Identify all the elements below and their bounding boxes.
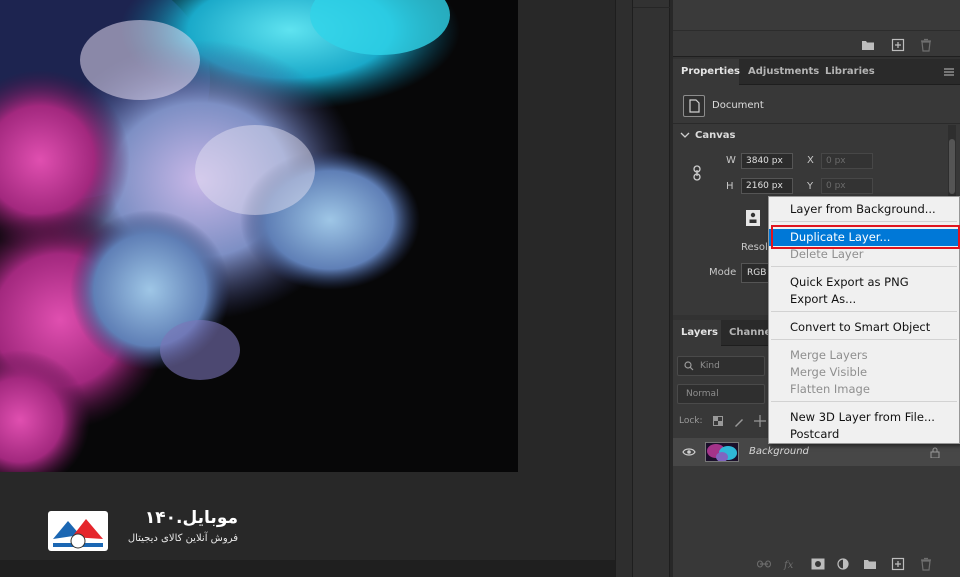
photoshop-window: موبایل.۱۴۰ فروش آنلاین کالای دیجیتال Pro… xyxy=(0,0,960,577)
watermark-subtitle: فروش آنلاین کالای دیجیتال xyxy=(127,533,238,544)
menu-new-3d-layer[interactable]: New 3D Layer from File... xyxy=(769,409,959,426)
dock-separator[interactable] xyxy=(615,0,633,577)
lock-icon[interactable] xyxy=(930,447,940,458)
menu-quick-export-png[interactable]: Quick Export as PNG xyxy=(769,274,959,291)
trash-icon[interactable] xyxy=(919,38,933,52)
width-label: W xyxy=(726,155,736,166)
delete-layer-icon[interactable] xyxy=(919,557,933,571)
collapsed-panel-strip[interactable] xyxy=(633,0,670,577)
menu-separator xyxy=(771,401,957,402)
x-field[interactable]: 0 px xyxy=(821,153,873,169)
folder-icon[interactable] xyxy=(861,38,875,52)
properties-tab-bar: Properties Adjustments Libraries xyxy=(673,59,960,85)
adjustment-layer-icon[interactable] xyxy=(837,558,849,570)
menu-merge-layers[interactable]: Merge Layers xyxy=(769,347,959,364)
orientation-icon[interactable] xyxy=(745,209,761,227)
layer-thumbnail xyxy=(705,442,739,462)
canvas-area[interactable]: موبایل.۱۴۰ فروش آنلاین کالای دیجیتال xyxy=(0,0,615,577)
kind-label: Kind xyxy=(700,361,720,371)
menu-layer-from-background[interactable]: Layer from Background... xyxy=(769,201,959,218)
top-panel xyxy=(673,0,960,57)
divider xyxy=(673,123,960,124)
menu-separator xyxy=(771,266,957,267)
menu-convert-smart-object[interactable]: Convert to Smart Object xyxy=(769,319,959,336)
link-icon[interactable] xyxy=(691,165,703,181)
height-label: H xyxy=(726,181,734,192)
lock-label: Lock: xyxy=(679,416,703,426)
document-canvas[interactable] xyxy=(0,0,518,472)
watermark-title: موبایل.۱۴۰ xyxy=(144,508,238,528)
layer-name[interactable]: Background xyxy=(749,446,809,457)
mode-label: Mode xyxy=(709,267,737,278)
height-field[interactable]: 2160 px xyxy=(741,178,793,194)
document-icon xyxy=(683,95,705,117)
canvas-horizontal-scrollbar[interactable] xyxy=(0,560,615,577)
group-folder-icon[interactable] xyxy=(863,558,877,570)
layers-footer: fx xyxy=(673,551,960,577)
annotation-highlight-box xyxy=(771,225,960,249)
tab-adjustments[interactable]: Adjustments xyxy=(740,59,819,85)
watermark: موبایل.۱۴۰ فروش آنلاین کالای دیجیتال xyxy=(48,508,238,552)
x-label: X xyxy=(807,155,814,166)
tab-layers[interactable]: Layers xyxy=(673,320,721,346)
watermark-logo xyxy=(48,511,108,551)
mask-icon[interactable] xyxy=(811,558,825,570)
blend-mode-select[interactable]: Normal xyxy=(677,384,765,404)
y-label: Y xyxy=(807,181,814,192)
menu-export-as[interactable]: Export As... xyxy=(769,291,959,308)
tab-channels[interactable]: Channel xyxy=(721,320,775,346)
search-icon xyxy=(684,361,694,371)
tab-properties[interactable]: Properties xyxy=(673,59,740,85)
menu-postcard[interactable]: Postcard xyxy=(769,426,959,443)
svg-text:fx: fx xyxy=(783,560,794,570)
fx-icon[interactable]: fx xyxy=(783,558,797,570)
y-field[interactable]: 0 px xyxy=(821,178,873,194)
menu-flatten-image[interactable]: Flatten Image xyxy=(769,381,959,398)
lock-move-icon[interactable] xyxy=(754,415,766,427)
width-field[interactable]: 3840 px xyxy=(741,153,793,169)
new-layer-footer-icon[interactable] xyxy=(891,557,905,571)
canvas-section-title[interactable]: Canvas xyxy=(695,130,735,141)
chevron-down-icon[interactable] xyxy=(680,132,690,140)
eye-icon[interactable] xyxy=(682,447,696,457)
lock-paint-icon[interactable] xyxy=(733,416,745,428)
tab-libraries[interactable]: Libraries xyxy=(817,59,877,85)
document-label: Document xyxy=(712,100,764,111)
link-layers-icon[interactable] xyxy=(757,558,771,570)
lock-transparent-icon[interactable] xyxy=(713,416,723,426)
menu-separator xyxy=(771,311,957,312)
menu-separator xyxy=(771,339,957,340)
new-layer-icon[interactable] xyxy=(891,38,905,52)
panel-menu-icon[interactable] xyxy=(944,68,954,76)
menu-separator xyxy=(771,221,957,222)
smoke-artwork xyxy=(0,0,518,472)
menu-merge-visible[interactable]: Merge Visible xyxy=(769,364,959,381)
kind-filter[interactable]: Kind xyxy=(677,356,765,376)
